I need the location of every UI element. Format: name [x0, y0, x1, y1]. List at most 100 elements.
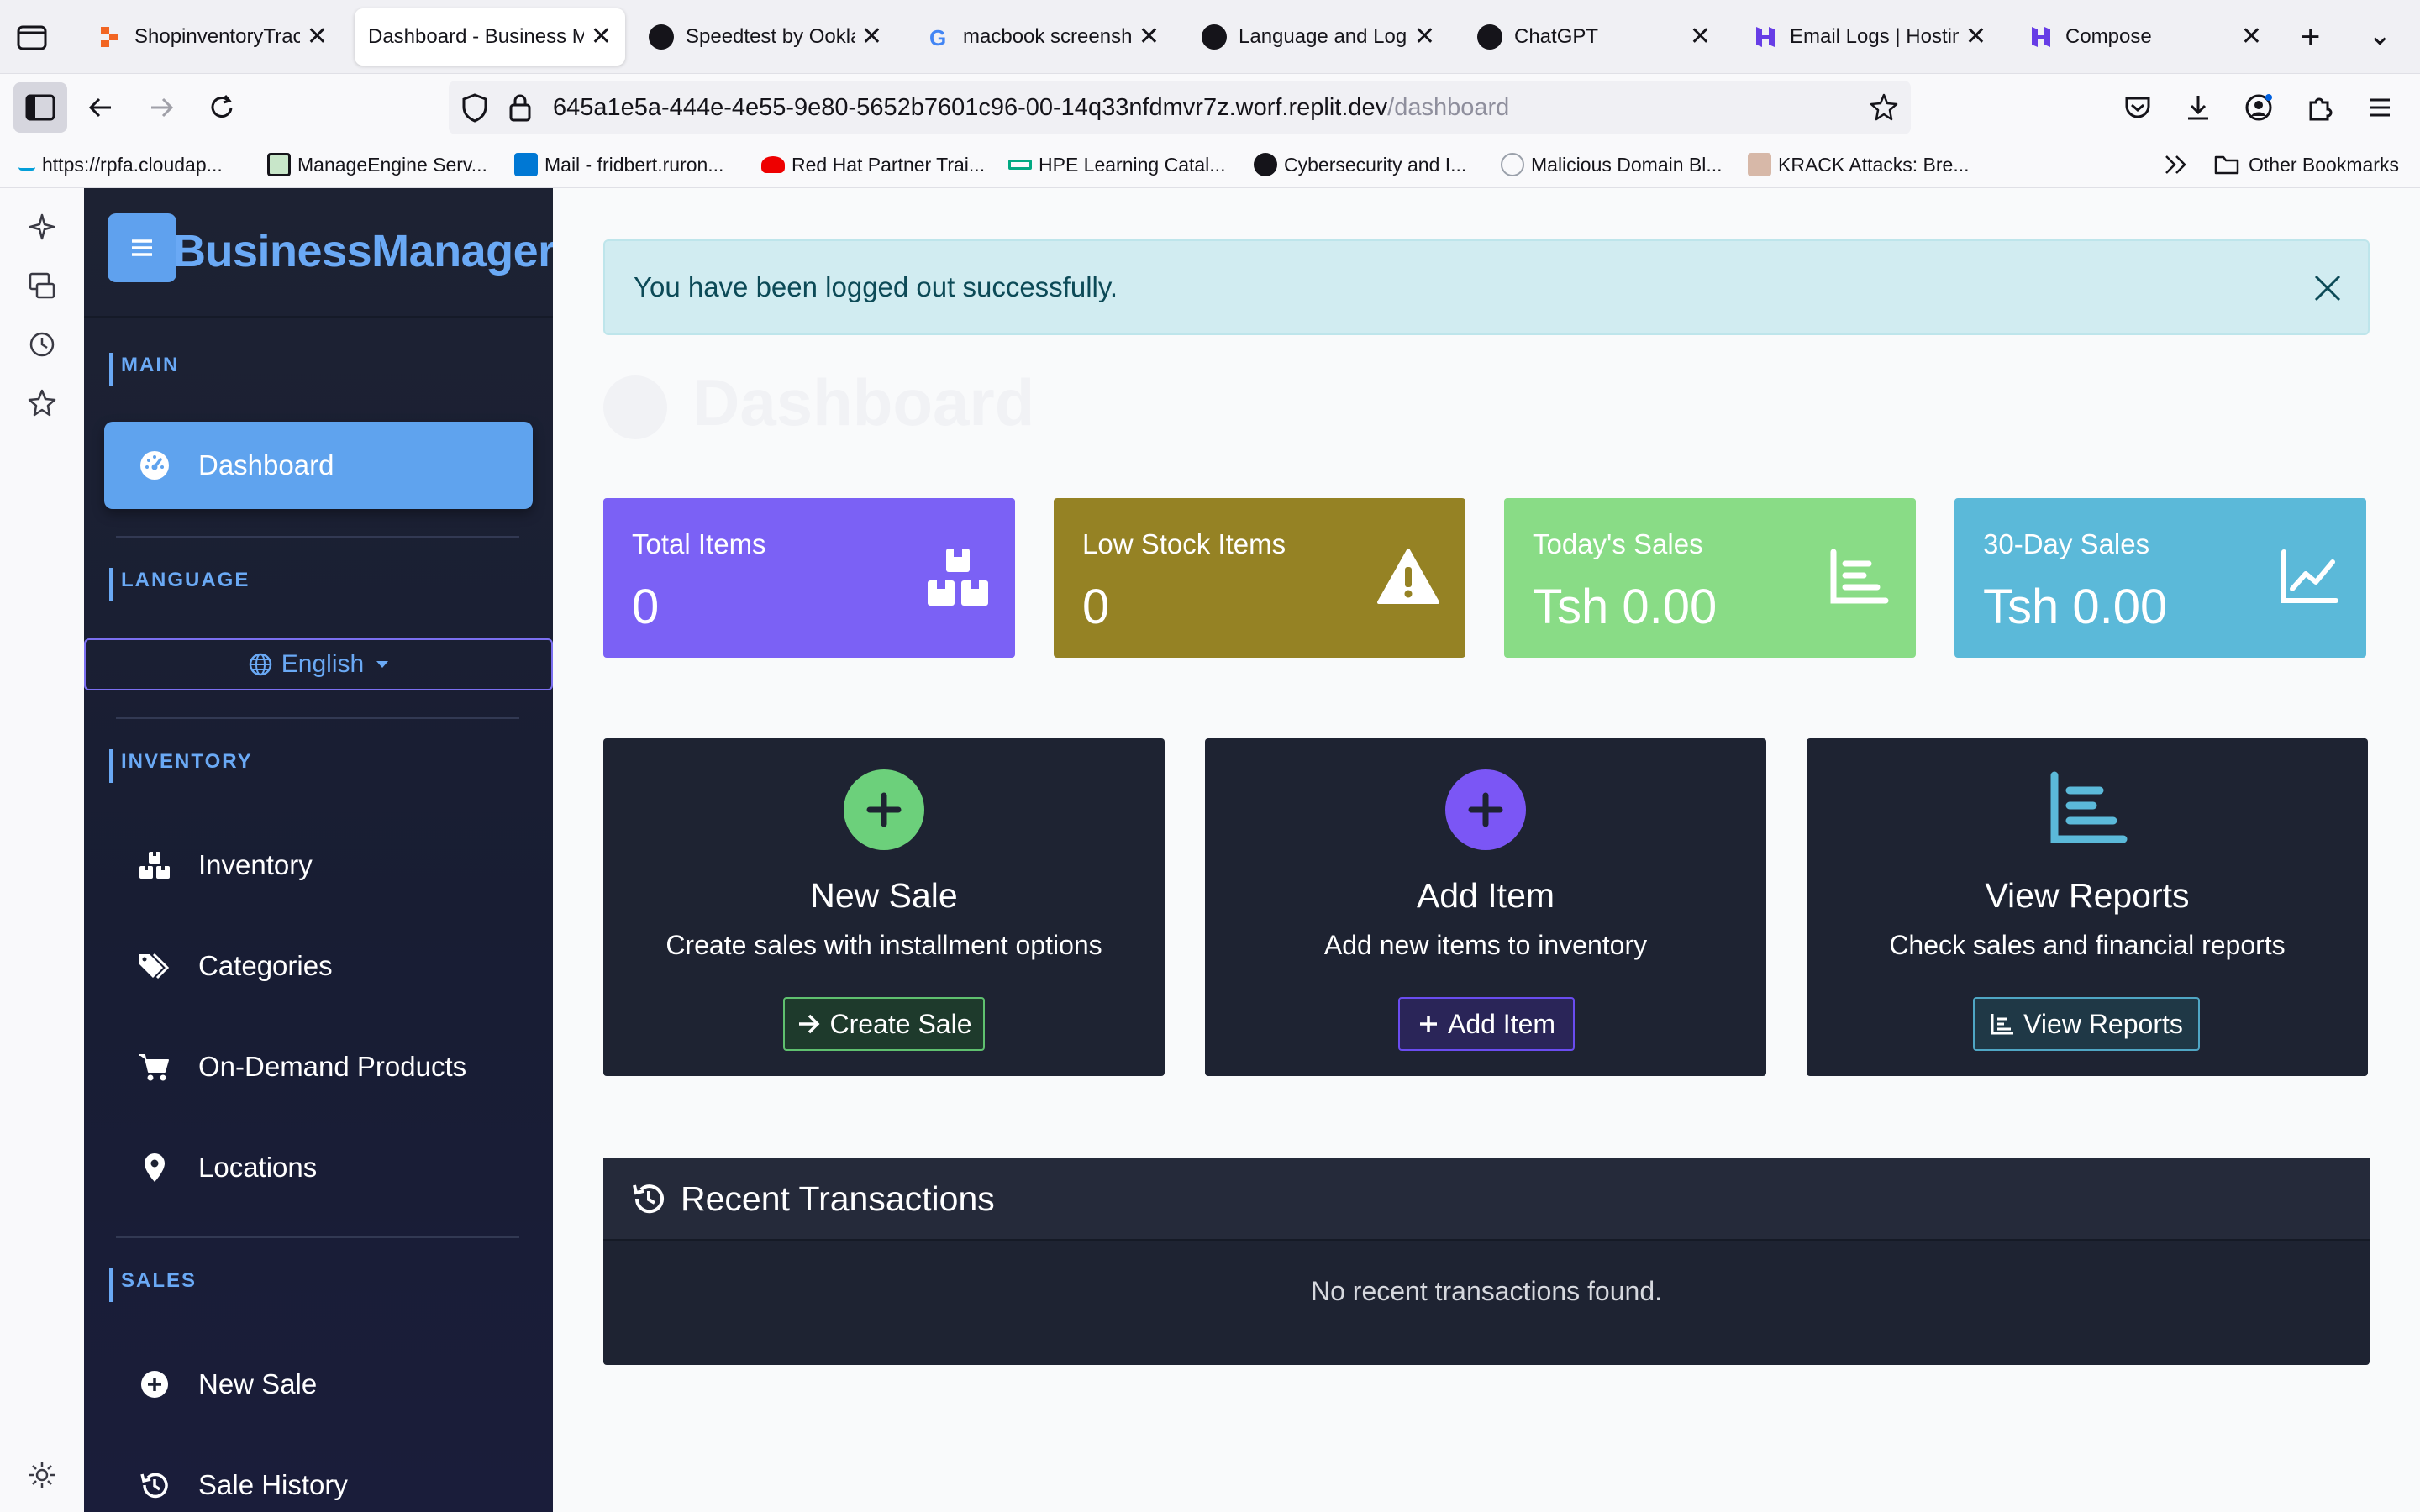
url-bar[interactable]: 645a1e5a-444e-4e55-9e80-5652b7601c96-00-… [449, 81, 1911, 134]
account-icon[interactable] [2238, 87, 2279, 128]
pocket-icon[interactable] [2118, 87, 2158, 128]
bookmark-item[interactable]: https://rpfa.cloudap... [18, 150, 223, 180]
bookmark-item[interactable]: Mail - fridbert.ruron... [514, 150, 723, 180]
app-sidebar: BusinessManager MAIN Dashboard LANGUAGE … [84, 188, 553, 1512]
language-value: English [281, 650, 365, 678]
action-card-add-item: Add Item Add new items to inventory Add … [1205, 738, 1766, 1076]
url-text[interactable]: 645a1e5a-444e-4e55-9e80-5652b7601c96-00-… [553, 94, 1509, 122]
history-clock-icon[interactable] [25, 328, 59, 361]
sidebar-item-locations[interactable]: Locations [104, 1124, 533, 1211]
bookmark-item[interactable]: ManageEngine Serv... [267, 150, 487, 180]
bookmark-item[interactable]: Malicious Domain Bl... [1501, 150, 1723, 180]
tab-shopinventory[interactable]: ShopinventoryTracke ✕ [84, 8, 341, 66]
close-icon[interactable]: ✕ [307, 24, 328, 50]
plus-circle-icon [843, 769, 925, 851]
redhat-icon [761, 156, 785, 173]
add-item-button[interactable]: Add Item [1398, 997, 1575, 1051]
recent-transactions-panel: Recent Transactions No recent transactio… [603, 1158, 2370, 1365]
alert-message: You have been logged out successfully. [634, 271, 1118, 302]
sidebar-item-sale-history[interactable]: Sale History [104, 1441, 533, 1512]
stat-card-todays-sales: Today's Sales Tsh 0.00 [1504, 498, 1916, 658]
create-sale-button[interactable]: Create Sale [783, 997, 985, 1051]
outlook-icon [514, 153, 538, 176]
tab-compose[interactable]: Compose ✕ [2015, 8, 2275, 66]
tab-speedtest[interactable]: Speedtest by Ookla ✕ [635, 8, 896, 66]
chevron-down-icon[interactable]: ⌄ [2368, 18, 2392, 52]
shield-icon[interactable] [460, 92, 489, 127]
stat-value: Tsh 0.00 [1983, 580, 2168, 634]
warning-triangle-icon [1376, 547, 1440, 607]
speedtest-favicon-icon [649, 24, 674, 50]
forward-arrow-icon[interactable] [141, 87, 182, 128]
bookmark-item[interactable]: HPE Learning Catal... [1008, 150, 1225, 180]
extensions-icon[interactable] [2299, 87, 2339, 128]
bookmarks-star-icon[interactable] [25, 386, 59, 420]
view-reports-button[interactable]: View Reports [1973, 997, 2200, 1051]
close-icon[interactable]: ✕ [1139, 24, 1160, 50]
close-icon[interactable]: ✕ [591, 24, 612, 50]
caret-down-icon [376, 660, 389, 669]
google-favicon-icon: G [926, 24, 951, 50]
close-icon[interactable]: ✕ [1414, 24, 1435, 50]
tab-email-logs[interactable]: Email Logs | Hosting ✕ [1739, 8, 2000, 66]
bookmark-item[interactable]: Red Hat Partner Trai... [761, 150, 985, 180]
reload-icon[interactable] [202, 87, 242, 128]
cis-icon [1501, 153, 1524, 176]
action-title: Add Item [1416, 876, 1555, 915]
action-card-view-reports: View Reports Check sales and financial r… [1807, 738, 2368, 1076]
close-icon[interactable]: ✕ [1690, 24, 1711, 50]
sidebar-item-inventory[interactable]: Inventory [104, 822, 533, 909]
back-arrow-icon[interactable] [81, 87, 121, 128]
manageengine-icon [267, 153, 291, 176]
new-tab-icon[interactable]: + [2301, 18, 2320, 56]
close-icon[interactable]: ✕ [2241, 24, 2262, 50]
button-label: Create Sale [829, 1008, 972, 1039]
browser-tab-bar: ShopinventoryTracke ✕ Dashboard - Busine… [0, 0, 2420, 74]
tab-title: Email Logs | Hosting [1790, 25, 1959, 48]
close-icon[interactable]: ✕ [1965, 24, 1986, 50]
button-label: View Reports [2023, 1008, 2183, 1039]
sidebar-divider [116, 1236, 519, 1238]
github-icon [1254, 153, 1277, 176]
hostinger-favicon-icon [1753, 24, 1778, 50]
tags-icon [138, 949, 171, 983]
chevron-double-right-icon[interactable] [2163, 150, 2190, 180]
tab-title: Compose [2065, 25, 2152, 48]
bookmark-label: https://rpfa.cloudap... [42, 153, 223, 176]
bookmark-star-icon[interactable] [1869, 92, 1899, 127]
sidebar-item-new-sale[interactable]: New Sale [104, 1341, 533, 1428]
gauge-icon [138, 449, 171, 482]
tab-language-logo[interactable]: Language and Logo ✕ [1188, 8, 1449, 66]
tab-dashboard[interactable]: Dashboard - Business M ✕ [355, 8, 625, 66]
download-icon[interactable] [2178, 87, 2218, 128]
sidebar-item-categories[interactable]: Categories [104, 922, 533, 1010]
close-icon[interactable]: ✕ [861, 24, 882, 50]
synced-tabs-icon[interactable] [25, 269, 59, 302]
other-bookmarks-folder[interactable]: Other Bookmarks [2213, 150, 2399, 180]
action-title: New Sale [810, 876, 958, 915]
krack-icon [1748, 153, 1771, 176]
bookmark-item[interactable]: Cybersecurity and I... [1254, 150, 1466, 180]
tab-list-icon[interactable] [15, 22, 49, 52]
sidebar-item-on-demand-products[interactable]: On-Demand Products [104, 1023, 533, 1110]
stat-label: Today's Sales [1533, 528, 1703, 559]
settings-gear-icon[interactable] [25, 1458, 59, 1492]
menu-icon[interactable] [2360, 87, 2400, 128]
ai-sparkle-icon[interactable] [25, 210, 59, 244]
close-icon[interactable] [2311, 271, 2344, 305]
tab-google-search[interactable]: G macbook screensho ✕ [913, 8, 1173, 66]
stat-card-low-stock: Low Stock Items 0 [1054, 498, 1465, 658]
tab-chatgpt[interactable]: ChatGPT ✕ [1464, 8, 1724, 66]
brand-title: BusinessManager [173, 226, 553, 276]
bar-chart-icon [2046, 769, 2128, 851]
bookmark-label: KRACK Attacks: Bre... [1778, 153, 1970, 176]
logout-alert: You have been logged out successfully. [603, 239, 2370, 335]
sidebar-menu-button[interactable] [108, 213, 176, 282]
lock-icon[interactable] [508, 92, 533, 127]
svg-text:G: G [929, 25, 946, 50]
language-select[interactable]: English [84, 638, 553, 690]
sidebar-toggle-button[interactable] [13, 82, 67, 133]
sidebar-item-dashboard[interactable]: Dashboard [104, 422, 533, 509]
bookmark-item[interactable]: KRACK Attacks: Bre... [1748, 150, 1970, 180]
stat-value: 0 [632, 580, 660, 634]
